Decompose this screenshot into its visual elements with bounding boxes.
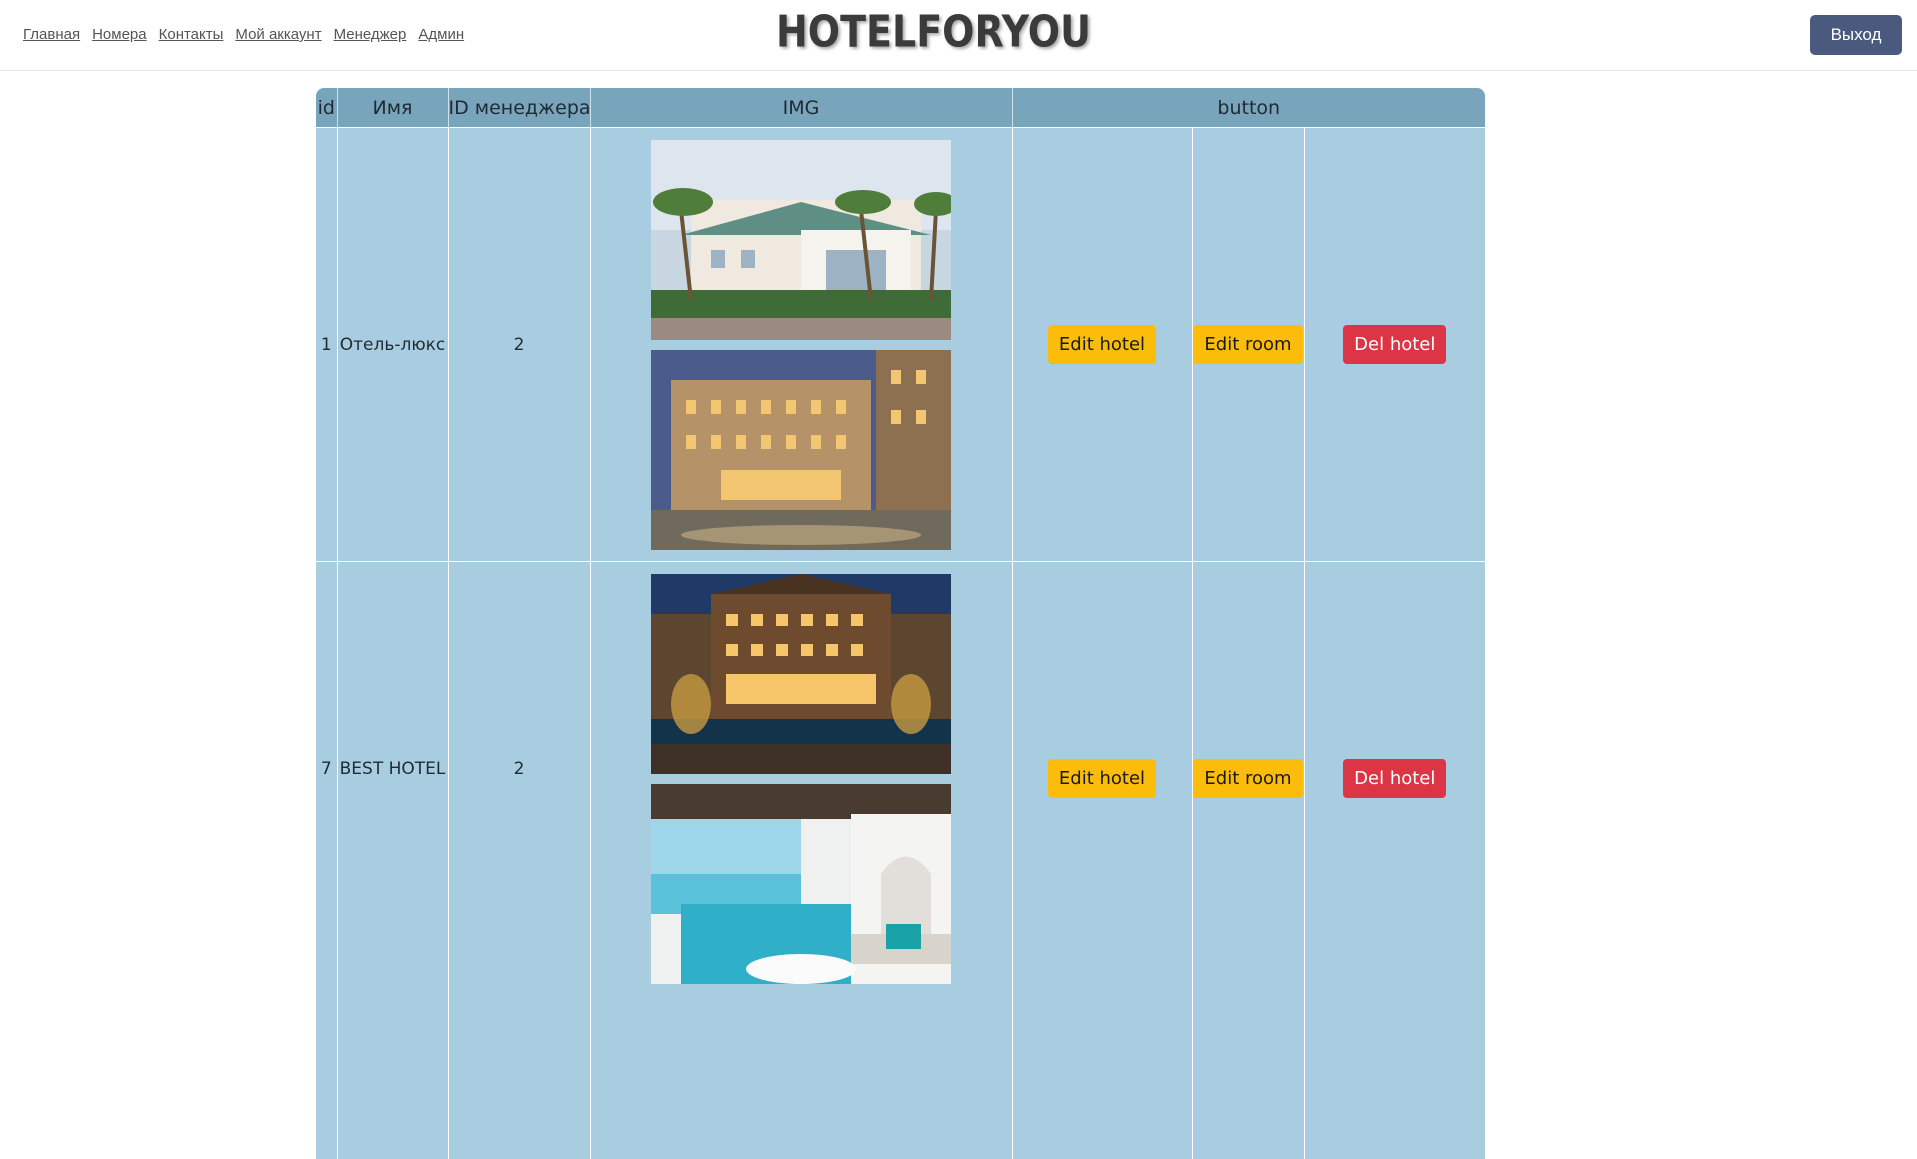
cell-manager-id: 2 [448, 562, 590, 1159]
cell-name: BEST HOTEL [337, 562, 448, 1159]
nav-link-home[interactable]: Главная [23, 26, 80, 43]
nav-link-contacts[interactable]: Контакты [159, 26, 224, 43]
nav-link-manager[interactable]: Менеджер [334, 26, 407, 43]
delete-hotel-button[interactable]: Del hotel [1343, 325, 1446, 364]
hotel-photo [651, 140, 951, 340]
edit-room-button[interactable]: Edit room [1193, 759, 1302, 798]
column-header-name: Имя [337, 88, 448, 128]
cell-edit-hotel: Edit hotel [1012, 562, 1192, 1159]
main-nav: Главная Номера Контакты Мой аккаунт Мене… [23, 26, 464, 43]
cell-del-hotel: Del hotel [1304, 128, 1485, 562]
hotel-photo [651, 350, 951, 550]
column-header-img: IMG [590, 88, 1012, 128]
hotel-photo [651, 784, 951, 984]
cell-edit-room: Edit room [1192, 562, 1304, 1159]
cell-manager-id: 2 [448, 128, 590, 562]
cell-edit-room: Edit room [1192, 128, 1304, 562]
nav-link-admin[interactable]: Админ [418, 26, 464, 43]
table-row: 7 BEST HOTEL 2 [316, 562, 1485, 1159]
table-header-row: id Имя ID менеджера IMG button [316, 88, 1485, 128]
nav-link-rooms[interactable]: Номера [92, 26, 147, 43]
cell-id: 1 [316, 128, 337, 562]
cell-images [590, 128, 1012, 562]
column-header-id: id [316, 88, 337, 128]
delete-hotel-button[interactable]: Del hotel [1343, 759, 1446, 798]
cell-edit-hotel: Edit hotel [1012, 128, 1192, 562]
edit-hotel-button[interactable]: Edit hotel [1048, 325, 1156, 364]
brand-logo[interactable]: HOTELFORYOU [776, 6, 1091, 57]
hotel-photo [651, 574, 951, 774]
column-header-manager-id: ID менеджера [448, 88, 590, 128]
cell-del-hotel: Del hotel [1304, 562, 1485, 1159]
logout-button[interactable]: Выход [1810, 15, 1902, 55]
column-header-button: button [1012, 88, 1485, 128]
cell-name: Отель-люкс [337, 128, 448, 562]
cell-images [590, 562, 1012, 1159]
hotels-table-container: id Имя ID менеджера IMG button 1 Отель-л… [316, 88, 1485, 1159]
edit-room-button[interactable]: Edit room [1193, 325, 1302, 364]
edit-hotel-button[interactable]: Edit hotel [1048, 759, 1156, 798]
hotels-table: id Имя ID менеджера IMG button 1 Отель-л… [316, 88, 1485, 1159]
table-row: 1 Отель-люкс 2 [316, 128, 1485, 562]
top-navbar: Главная Номера Контакты Мой аккаунт Мене… [0, 0, 1917, 71]
cell-id: 7 [316, 562, 337, 1159]
nav-link-account[interactable]: Мой аккаунт [235, 26, 321, 43]
